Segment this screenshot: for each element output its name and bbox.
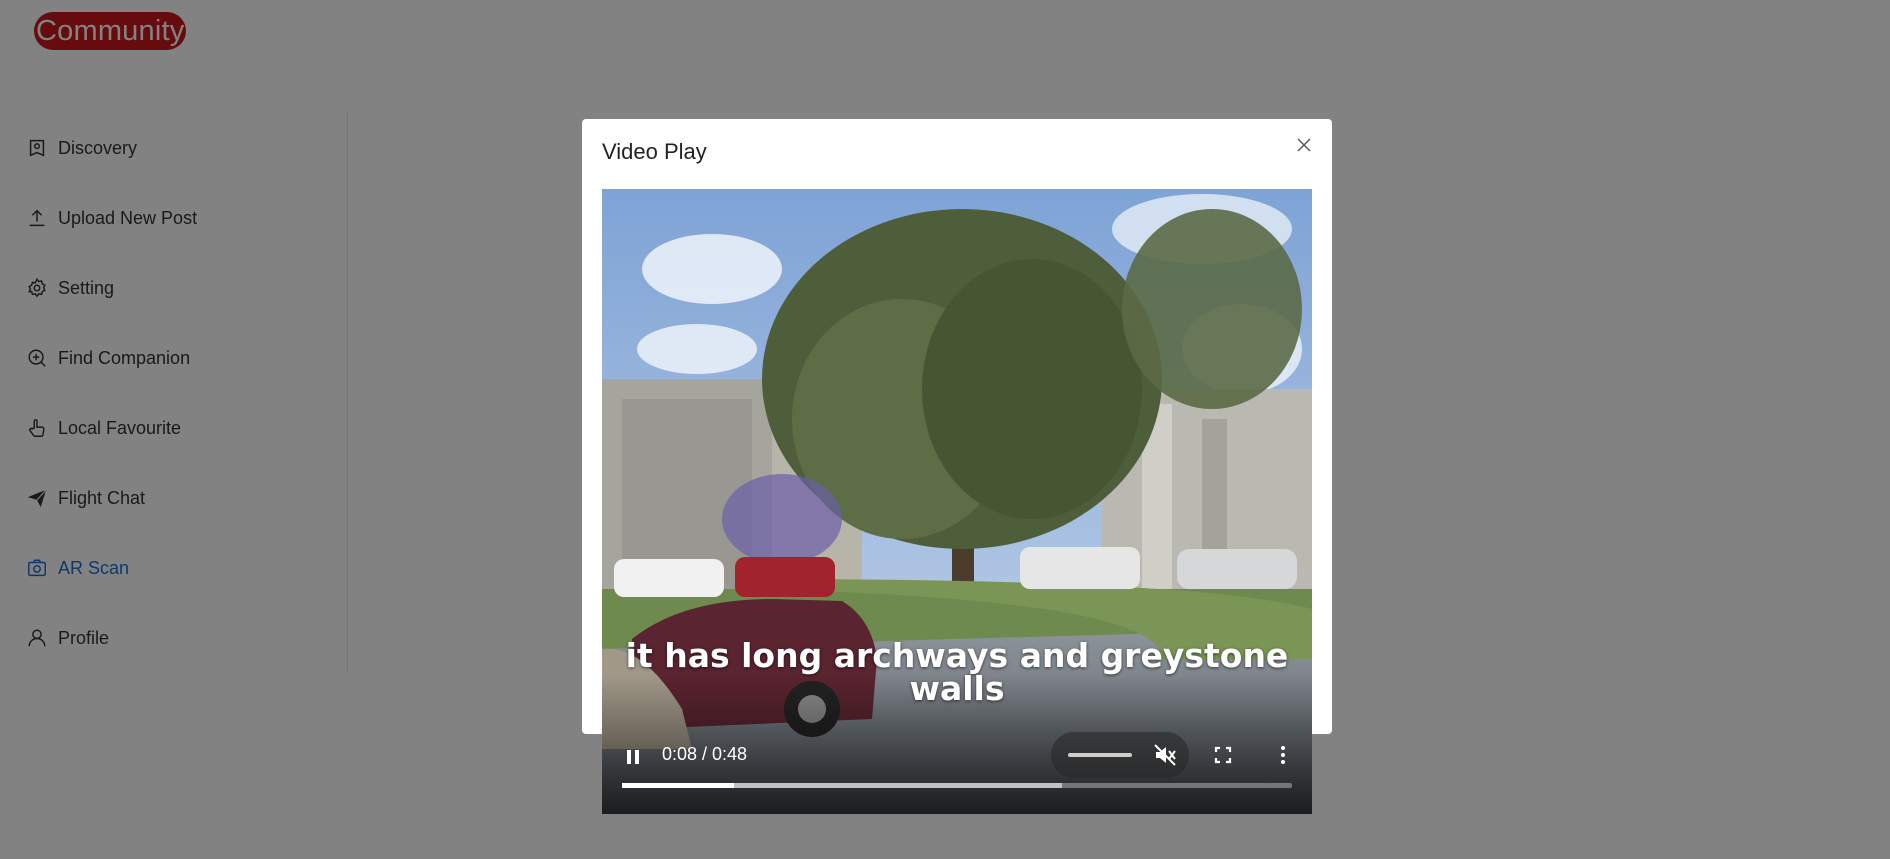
modal-title: Video Play: [602, 139, 707, 164]
volume-slider[interactable]: [1068, 753, 1132, 757]
pause-button[interactable]: [622, 746, 644, 768]
fullscreen-icon: [1214, 746, 1232, 764]
volume-muted-icon: [1154, 744, 1176, 766]
progress-bar[interactable]: [622, 783, 1292, 788]
more-options-button[interactable]: [1271, 743, 1295, 767]
time-display: 0:08 / 0:48: [662, 744, 748, 764]
more-vertical-icon: [1281, 746, 1285, 764]
video-caption: it has long archways and greystone walls: [602, 639, 1312, 705]
pause-icon: [627, 750, 639, 764]
mute-button[interactable]: [1152, 742, 1178, 768]
caption-line: it has long archways and greystone: [625, 636, 1289, 675]
video-player[interactable]: it has long archways and greystone walls…: [602, 189, 1312, 814]
played-bar: [622, 783, 734, 788]
caption-line: walls: [909, 669, 1005, 708]
fullscreen-button[interactable]: [1211, 743, 1235, 767]
close-icon[interactable]: [1294, 135, 1314, 155]
